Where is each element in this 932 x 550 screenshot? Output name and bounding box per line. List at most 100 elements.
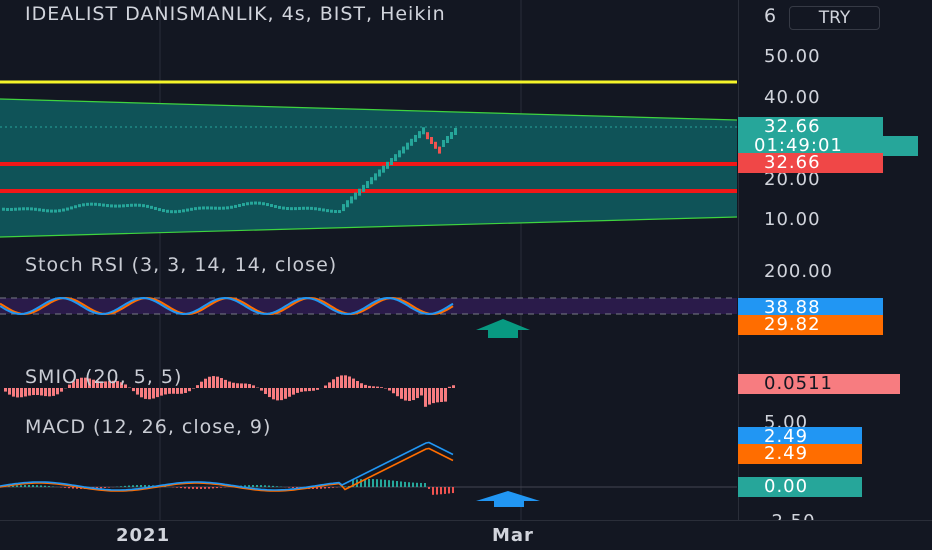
smio-bar xyxy=(208,376,211,388)
currency-selector[interactable]: TRY xyxy=(789,6,880,30)
candle xyxy=(314,207,317,211)
candle xyxy=(214,206,217,210)
macd-histogram-bar xyxy=(292,487,294,488)
candle xyxy=(330,209,333,213)
candle xyxy=(242,203,245,207)
smio-bar xyxy=(172,388,175,394)
candle xyxy=(90,202,93,206)
smio-bar xyxy=(336,376,339,388)
candle xyxy=(190,207,193,211)
smio-bar xyxy=(140,388,143,398)
smio-bar xyxy=(228,381,231,388)
macd-signal-value-tag: 2.49 xyxy=(738,444,862,464)
candle xyxy=(362,184,365,192)
smio-bar xyxy=(252,385,255,388)
smio-bar xyxy=(20,388,23,398)
macd-histogram-bar xyxy=(368,479,370,487)
candle xyxy=(50,209,53,213)
smio-legend[interactable]: SMIO (20, 5, 5) xyxy=(25,367,182,387)
macd-histogram-bar xyxy=(100,487,102,489)
macd-histogram-bar xyxy=(432,487,434,495)
macd-histogram-bar xyxy=(188,487,190,489)
candle xyxy=(438,146,441,154)
smio-bar xyxy=(40,388,43,396)
macd-histogram-bar xyxy=(452,487,454,494)
candle xyxy=(22,207,25,211)
macd-histogram-bar xyxy=(440,487,442,495)
candle xyxy=(422,127,425,135)
smio-bar xyxy=(136,388,139,395)
smio-bar xyxy=(376,386,379,388)
macd-histogram-bar xyxy=(392,480,394,487)
time-label-mar: Mar xyxy=(492,525,534,546)
macd-histogram-bar xyxy=(272,485,274,487)
candle xyxy=(306,206,309,210)
macd-histogram-bar xyxy=(420,482,422,487)
smio-bar xyxy=(16,388,19,398)
macd-histogram-bar xyxy=(132,485,134,487)
candle xyxy=(274,205,277,209)
macd-histogram-bar xyxy=(192,487,194,489)
candle xyxy=(210,206,213,210)
smio-bar xyxy=(308,388,311,392)
macd-histogram-bar xyxy=(108,487,110,488)
macd-histogram-bar xyxy=(380,479,382,487)
candle xyxy=(442,140,445,147)
macd-histogram-bar xyxy=(416,482,418,487)
candle xyxy=(406,142,409,150)
stoch-axis-tick: 200.00 xyxy=(764,261,833,282)
smio-bar xyxy=(392,388,395,394)
smio-bar xyxy=(296,388,299,393)
macd-histogram-bar xyxy=(28,485,30,487)
candle xyxy=(434,141,437,149)
macd-histogram-bar xyxy=(448,487,450,494)
smio-bar xyxy=(148,388,151,400)
candle xyxy=(374,173,377,181)
smio-bar xyxy=(196,385,199,388)
candle xyxy=(282,206,285,210)
candle xyxy=(402,146,405,154)
smio-bar xyxy=(160,388,163,396)
candle xyxy=(450,132,453,139)
smio-bar xyxy=(380,387,383,388)
red-line-price-tag: 32.66 xyxy=(738,153,883,173)
candle xyxy=(234,204,237,208)
smio-bar xyxy=(436,388,439,403)
macd-histogram-bar xyxy=(44,485,46,487)
macd-histogram-bar xyxy=(264,485,266,487)
candle xyxy=(398,150,401,158)
macd-histogram-bar xyxy=(16,485,18,487)
smio-bar xyxy=(316,388,319,390)
macd-legend[interactable]: MACD (12, 26, close, 9) xyxy=(25,417,271,437)
candle xyxy=(194,207,197,211)
macd-histogram-bar xyxy=(436,487,438,495)
candle xyxy=(118,204,121,208)
macd-histogram-bar xyxy=(120,486,122,487)
smio-bar xyxy=(192,388,195,389)
smio-bar xyxy=(168,388,171,394)
macd-histogram-bar xyxy=(332,487,334,488)
candle xyxy=(246,202,249,206)
candle xyxy=(446,136,449,143)
price-tick-50: 50.00 xyxy=(764,46,821,67)
smio-bar xyxy=(444,388,447,402)
macd-histogram-bar xyxy=(184,487,186,489)
smio-bar xyxy=(232,382,235,388)
smio-bar xyxy=(432,388,435,404)
macd-histogram-bar xyxy=(256,485,258,487)
smio-bar xyxy=(400,388,403,399)
candle xyxy=(266,203,269,207)
macd-zero-tag: 0.00 xyxy=(738,477,862,497)
smio-bar xyxy=(284,388,287,399)
smio-bar xyxy=(272,388,275,400)
candle xyxy=(254,201,257,205)
candle xyxy=(350,196,353,204)
macd-histogram-bar xyxy=(124,485,126,487)
macd-histogram-bar xyxy=(104,487,106,488)
smio-bar xyxy=(56,388,59,395)
candle xyxy=(146,204,149,208)
candle xyxy=(2,207,5,211)
macd-histogram-bar xyxy=(36,485,38,487)
stoch-rsi-legend[interactable]: Stoch RSI (3, 3, 14, 14, close) xyxy=(25,255,337,275)
smio-bar xyxy=(424,388,427,407)
